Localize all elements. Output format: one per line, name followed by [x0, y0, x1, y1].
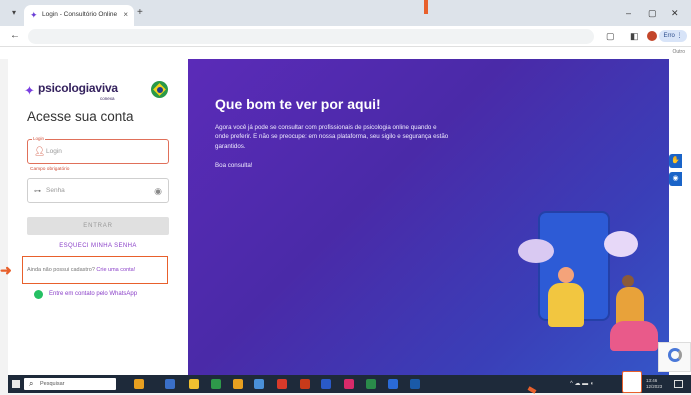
armchair: [610, 321, 658, 351]
browser-toolbar: ← ▢ ◧ Erro ⋮: [0, 26, 691, 47]
annotation-marker: [424, 0, 428, 14]
login-error-message: Campo obrigatório: [30, 167, 70, 172]
hero-closing: Boa consulta!: [215, 162, 253, 169]
signup-text: Ainda não possui cadastro? Crie uma cont…: [27, 267, 135, 273]
app-icon-11[interactable]: [366, 379, 376, 389]
address-bar[interactable]: [28, 29, 594, 44]
highlighted-tray-box: [622, 371, 642, 393]
patient-head: [558, 267, 574, 283]
sign-language-icon[interactable]: ✋: [669, 154, 682, 168]
psicologiaviva-logo-icon: ✦: [24, 83, 35, 98]
therapist-head: [622, 275, 634, 287]
browser-tab[interactable]: ✦ Login - Consultório Online ×: [24, 5, 134, 26]
search-icon: ⌕: [29, 379, 34, 388]
login-field-legend: Login: [32, 136, 46, 141]
close-window-button[interactable]: ✕: [671, 8, 679, 18]
key-icon: ⊶: [34, 188, 41, 195]
sidebar-icon[interactable]: ◧: [630, 31, 639, 41]
recaptcha-icon: [668, 348, 682, 362]
tab-title: Login - Consultório Online: [42, 11, 118, 18]
app-icon-13[interactable]: [410, 379, 420, 389]
page-content: ✦ psicologiaviva conexa Acesse sua conta…: [8, 59, 691, 375]
whatsapp-contact[interactable]: Entre em contato pelo WhatsApp: [34, 290, 184, 300]
chat-bubble: [518, 239, 554, 263]
logo-subtitle: conexa: [100, 96, 115, 101]
app-icon-4[interactable]: [211, 379, 221, 389]
recaptcha-badge[interactable]: [658, 342, 691, 372]
signup-link[interactable]: Crie uma conta!: [96, 267, 135, 273]
thought-bubble: [604, 231, 638, 257]
other-bookmarks[interactable]: Outro: [672, 49, 685, 55]
signup-callout: Ainda não possui cadastro? Crie uma cont…: [22, 256, 168, 284]
back-button[interactable]: ←: [10, 30, 20, 41]
system-tray[interactable]: ^ ☁ ▬ ◖: [570, 380, 593, 387]
accessibility-eye-icon[interactable]: ◉: [669, 172, 682, 186]
app-icon-6[interactable]: [254, 379, 264, 389]
annotation-arrow-icon: ➜: [0, 262, 12, 278]
password-field[interactable]: ⊶ Senha ◉: [27, 178, 169, 203]
taskbar-search-placeholder: Pesquisar: [40, 381, 65, 387]
new-tab-button[interactable]: +: [137, 8, 143, 18]
eye-icon[interactable]: ◉: [154, 186, 162, 196]
app-icon-2[interactable]: [165, 379, 175, 389]
user-icon: 👤︎: [34, 146, 46, 156]
notification-icon[interactable]: [674, 380, 683, 388]
login-placeholder: Login: [46, 148, 62, 155]
profile-avatar[interactable]: [647, 31, 657, 41]
hero-description: Agora você já pode se consultar com prof…: [215, 124, 449, 150]
taskbar-clock[interactable]: 13:46 12/2023: [646, 378, 662, 390]
app-icon-10[interactable]: [344, 379, 354, 389]
app-icon-3[interactable]: [189, 379, 199, 389]
forgot-password-link[interactable]: ESQUECI MINHA SENHA: [8, 243, 188, 249]
app-icon-1[interactable]: [134, 379, 144, 389]
page-title: Acesse sua conta: [27, 109, 134, 124]
patient-body: [548, 283, 584, 327]
minimize-button[interactable]: –: [626, 8, 631, 18]
taskbar-search[interactable]: ⌕ Pesquisar: [24, 378, 116, 390]
hero-title: Que bom te ver por aqui!: [215, 96, 381, 112]
login-panel: ✦ psicologiaviva conexa Acesse sua conta…: [8, 59, 188, 375]
chrome-icon[interactable]: [233, 379, 243, 389]
app-icon-8[interactable]: [300, 379, 310, 389]
password-placeholder: Senha: [46, 187, 65, 194]
whatsapp-link[interactable]: Entre em contato pelo WhatsApp: [49, 291, 137, 297]
hero-panel: Que bom te ver por aqui! Agora você já p…: [188, 59, 669, 375]
tab-close-icon[interactable]: ×: [123, 10, 128, 19]
consultation-illustration: [518, 209, 668, 359]
whatsapp-icon: [34, 290, 43, 299]
profile-error-button[interactable]: Erro ⋮: [659, 30, 687, 42]
extensions-icon[interactable]: ▢: [606, 31, 615, 41]
logo-text: psicologiaviva: [38, 81, 118, 95]
login-field[interactable]: Login 👤︎ Login: [27, 136, 169, 164]
maximize-button[interactable]: ▢: [648, 8, 657, 18]
signup-prompt: Ainda não possui cadastro?: [27, 267, 95, 273]
app-icon-12[interactable]: [388, 379, 398, 389]
clock-date: 12/2023: [646, 384, 663, 389]
tab-search-icon[interactable]: ▾: [8, 8, 20, 18]
brand-logo: ✦ psicologiaviva conexa: [24, 81, 134, 101]
windows-start-icon[interactable]: [12, 380, 20, 388]
submit-button[interactable]: ENTRAR: [27, 217, 169, 235]
app-icon-7[interactable]: [277, 379, 287, 389]
browser-tabstrip: ▾ ✦ Login - Consultório Online × + – ▢ ✕: [0, 0, 691, 26]
psicologiaviva-favicon-icon: ✦: [30, 10, 38, 20]
brazil-flag-icon[interactable]: [151, 81, 168, 98]
windows-taskbar: ⌕ Pesquisar ^ ☁ ▬ ◖ 13:46 12/2023: [8, 371, 691, 393]
bookmarks-bar: Outro: [0, 47, 691, 59]
app-icon-9[interactable]: [321, 379, 331, 389]
